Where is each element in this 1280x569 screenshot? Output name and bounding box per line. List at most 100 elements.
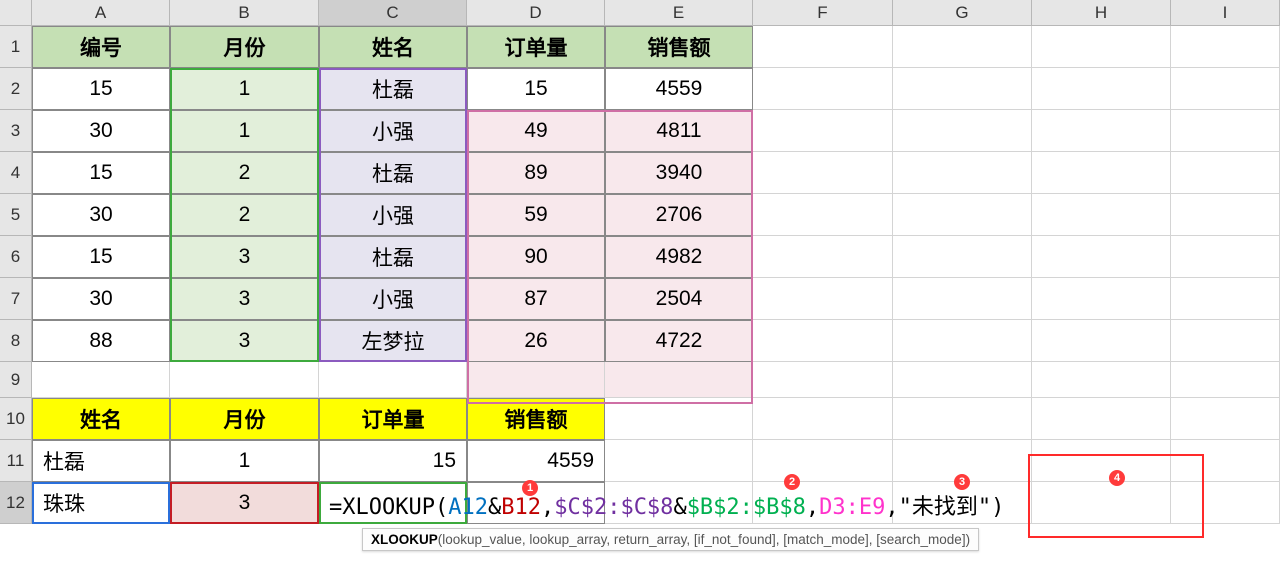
cell[interactable]: 2 — [170, 152, 319, 194]
cell[interactable]: 左梦拉 — [319, 320, 467, 362]
cell[interactable]: 3 — [170, 278, 319, 320]
cell[interactable]: 订单量 — [319, 398, 467, 440]
cell[interactable] — [1032, 236, 1171, 278]
cell[interactable]: 珠珠 — [32, 482, 170, 524]
cell[interactable]: 30 — [32, 194, 170, 236]
col-header-F[interactable]: F — [753, 0, 893, 26]
col-header-I[interactable]: I — [1171, 0, 1280, 26]
cell[interactable] — [893, 194, 1032, 236]
cell[interactable] — [1171, 278, 1280, 320]
cell[interactable] — [893, 278, 1032, 320]
cell[interactable]: 销售额 — [605, 26, 753, 68]
col-header-E[interactable]: E — [605, 0, 753, 26]
cell[interactable]: 15 — [32, 152, 170, 194]
cell[interactable] — [893, 482, 1032, 524]
row-header-6[interactable]: 6 — [0, 236, 32, 278]
cell[interactable]: 3 — [170, 320, 319, 362]
cell[interactable]: 15 — [32, 68, 170, 110]
cell[interactable] — [893, 320, 1032, 362]
cell[interactable]: 姓名 — [32, 398, 170, 440]
cell[interactable]: 订单量 — [467, 26, 605, 68]
cell[interactable] — [893, 440, 1032, 482]
cell[interactable]: 15 — [319, 440, 467, 482]
spreadsheet[interactable]: ABCDEFGHI 123456789101112 编号月份姓名订单量销售额15… — [0, 0, 1280, 569]
cell[interactable] — [753, 278, 893, 320]
cell[interactable]: 30 — [32, 110, 170, 152]
cell[interactable] — [1032, 68, 1171, 110]
cell[interactable]: 杜磊 — [32, 440, 170, 482]
row-header-5[interactable]: 5 — [0, 194, 32, 236]
cell[interactable] — [467, 362, 605, 398]
cell[interactable] — [753, 110, 893, 152]
cell[interactable]: 1 — [170, 110, 319, 152]
cell[interactable] — [319, 362, 467, 398]
cell[interactable]: 编号 — [32, 26, 170, 68]
cell[interactable] — [753, 236, 893, 278]
row-header-4[interactable]: 4 — [0, 152, 32, 194]
col-header-C[interactable]: C — [319, 0, 467, 26]
cell[interactable] — [1032, 440, 1171, 482]
cell[interactable]: 小强 — [319, 194, 467, 236]
col-header-A[interactable]: A — [32, 0, 170, 26]
cell[interactable]: 30 — [32, 278, 170, 320]
cell[interactable] — [605, 398, 753, 440]
row-header-8[interactable]: 8 — [0, 320, 32, 362]
cell[interactable] — [753, 68, 893, 110]
cell[interactable]: 15 — [467, 68, 605, 110]
cell[interactable] — [1032, 26, 1171, 68]
cell[interactable] — [467, 482, 605, 524]
grid[interactable]: 编号月份姓名订单量销售额151杜磊154559301小强494811152杜磊8… — [32, 26, 1280, 524]
cell[interactable] — [605, 482, 753, 524]
row-header-7[interactable]: 7 — [0, 278, 32, 320]
col-header-G[interactable]: G — [893, 0, 1032, 26]
cell[interactable] — [753, 194, 893, 236]
row-header-11[interactable]: 11 — [0, 440, 32, 482]
cell[interactable] — [1032, 320, 1171, 362]
cell[interactable] — [1171, 320, 1280, 362]
cell[interactable]: 2 — [170, 194, 319, 236]
cell[interactable] — [1032, 110, 1171, 152]
cell[interactable]: 1 — [170, 68, 319, 110]
cell[interactable]: 15 — [32, 236, 170, 278]
cell[interactable] — [753, 26, 893, 68]
select-all-corner[interactable] — [0, 0, 32, 26]
cell[interactable]: 3 — [170, 236, 319, 278]
cell[interactable]: 1 — [170, 440, 319, 482]
cell[interactable] — [1032, 362, 1171, 398]
cell[interactable] — [1171, 362, 1280, 398]
cell[interactable] — [605, 440, 753, 482]
cell[interactable] — [1171, 398, 1280, 440]
cell[interactable] — [1032, 152, 1171, 194]
cell[interactable]: 89 — [467, 152, 605, 194]
cell[interactable]: 3 — [170, 482, 319, 524]
cell[interactable] — [1171, 26, 1280, 68]
cell[interactable]: 4722 — [605, 320, 753, 362]
col-header-H[interactable]: H — [1032, 0, 1171, 26]
cell[interactable] — [1032, 278, 1171, 320]
cell[interactable] — [1171, 110, 1280, 152]
col-header-D[interactable]: D — [467, 0, 605, 26]
cell[interactable] — [753, 440, 893, 482]
cell[interactable]: 3940 — [605, 152, 753, 194]
cell[interactable]: 87 — [467, 278, 605, 320]
row-header-2[interactable]: 2 — [0, 68, 32, 110]
row-header-1[interactable]: 1 — [0, 26, 32, 68]
cell[interactable]: 杜磊 — [319, 152, 467, 194]
cell[interactable] — [605, 362, 753, 398]
cell[interactable] — [893, 26, 1032, 68]
cell[interactable]: 月份 — [170, 398, 319, 440]
row-header-10[interactable]: 10 — [0, 398, 32, 440]
cell[interactable]: 姓名 — [319, 26, 467, 68]
cell[interactable]: 88 — [32, 320, 170, 362]
cell[interactable] — [893, 152, 1032, 194]
cell[interactable]: 杜磊 — [319, 236, 467, 278]
cell[interactable] — [1032, 482, 1171, 524]
cell[interactable]: 2504 — [605, 278, 753, 320]
cell[interactable] — [753, 398, 893, 440]
cell[interactable] — [753, 152, 893, 194]
cell[interactable] — [893, 398, 1032, 440]
cell[interactable]: 4982 — [605, 236, 753, 278]
cell[interactable]: 2706 — [605, 194, 753, 236]
row-header-12[interactable]: 12 — [0, 482, 32, 524]
cell[interactable]: 月份 — [170, 26, 319, 68]
